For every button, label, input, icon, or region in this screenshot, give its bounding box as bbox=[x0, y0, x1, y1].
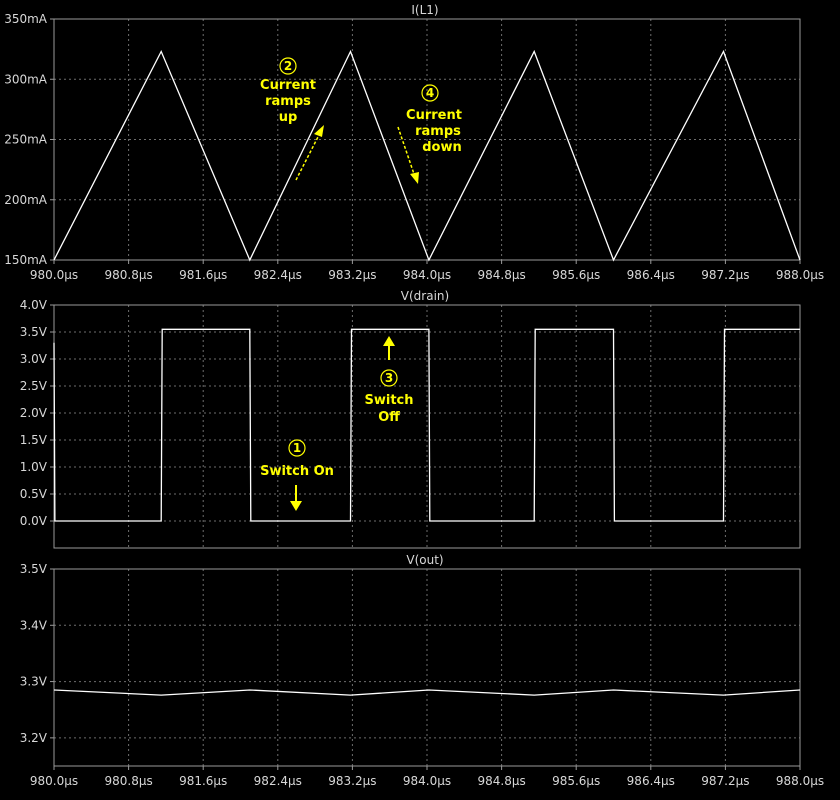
y-tick-label: 3.5V bbox=[20, 562, 48, 576]
annotation-current-ramps-up: 2 Current ramps up bbox=[260, 57, 324, 181]
x-tick-label: 984.0µs bbox=[403, 774, 451, 788]
y-tick-label: 2.0V bbox=[20, 406, 48, 420]
x-tick-label: 988.0µs bbox=[776, 774, 824, 788]
step-number-1: 1 bbox=[293, 441, 301, 455]
y-tick-label: 3.4V bbox=[20, 618, 48, 632]
x-tick-label: 983.2µs bbox=[328, 774, 376, 788]
x-tick-label: 986.4µs bbox=[627, 268, 675, 282]
y-tick-label: 3.5V bbox=[20, 325, 48, 339]
panel-title-vdrain: V(drain) bbox=[401, 289, 449, 303]
annotation-switch-on: 1 Switch On bbox=[260, 439, 334, 511]
step-number-3: 3 bbox=[385, 371, 393, 385]
x-tick-label: 983.2µs bbox=[328, 268, 376, 282]
annotation-switch-off: 3 Switch Off bbox=[364, 336, 414, 425]
x-tick-label: 981.6µs bbox=[179, 774, 227, 788]
y-tick-label: 1.0V bbox=[20, 460, 48, 474]
panel-inductor-current: I(L1) 150mA 200mA 250mA 300mA 350mA 980.0µs 9… bbox=[4, 3, 824, 282]
panel-output-voltage: V(out) 3.2V 3.3V 3.4V 3.5V 980.0µs 980.8µs 98… bbox=[20, 553, 824, 788]
panel-title-vout: V(out) bbox=[406, 553, 443, 567]
y-tick-label: 0.5V bbox=[20, 487, 48, 501]
x-tick-label: 985.6µs bbox=[552, 268, 600, 282]
arrowhead-icon bbox=[290, 501, 302, 511]
annotation-line: down bbox=[422, 140, 462, 155]
x-tick-label: 984.0µs bbox=[403, 268, 451, 282]
x-tick-label: 986.4µs bbox=[627, 774, 675, 788]
annotation-line: ramps bbox=[415, 124, 461, 139]
annotation-line: Switch bbox=[364, 393, 413, 408]
arrowhead-icon bbox=[314, 125, 324, 137]
x-tick-label: 980.8µs bbox=[104, 774, 152, 788]
arrow-ramps-down bbox=[397, 126, 415, 175]
x-tick-label: 980.8µs bbox=[104, 268, 152, 282]
annotation-line: Switch On bbox=[260, 464, 334, 479]
step-number-2: 2 bbox=[284, 59, 292, 73]
x-tick-label: 982.4µs bbox=[254, 268, 302, 282]
y-tick-label: 2.5V bbox=[20, 379, 48, 393]
panel-title-il1: I(L1) bbox=[411, 3, 438, 17]
y-tick-label: 350mA bbox=[4, 12, 48, 26]
x-tick-label: 980.0µs bbox=[30, 268, 78, 282]
y-tick-label: 3.2V bbox=[20, 731, 48, 745]
y-tick-label: 3.0V bbox=[20, 352, 48, 366]
y-tick-label: 4.0V bbox=[20, 298, 48, 312]
x-tick-label: 987.2µs bbox=[701, 774, 749, 788]
y-tick-label: 3.3V bbox=[20, 675, 48, 689]
x-tick-label: 984.8µs bbox=[477, 774, 525, 788]
step-number-4: 4 bbox=[426, 86, 434, 100]
y-tick-label: 1.5V bbox=[20, 433, 48, 447]
y-tick-label: 250mA bbox=[4, 133, 48, 147]
x-tick-label: 988.0µs bbox=[776, 268, 824, 282]
y-tick-label: 0.0V bbox=[20, 514, 48, 528]
plot-frame bbox=[53, 568, 801, 767]
annotation-line: Current bbox=[260, 78, 316, 93]
y-tick-label: 150mA bbox=[4, 253, 48, 267]
annotation-line: up bbox=[279, 110, 298, 125]
x-tick-label: 981.6µs bbox=[179, 268, 227, 282]
annotation-line: Off bbox=[378, 410, 400, 425]
x-tick-label: 987.2µs bbox=[701, 268, 749, 282]
x-tick-label: 980.0µs bbox=[30, 774, 78, 788]
arrowhead-icon bbox=[410, 172, 419, 184]
y-tick-label: 300mA bbox=[4, 72, 48, 86]
panel-drain-voltage: V(drain) 0.0V 0.5V 1.0V 1.5V 2.0V 2.5V 3.0V 3.5… bbox=[20, 289, 801, 549]
x-tick-label: 984.8µs bbox=[477, 268, 525, 282]
x-tick-label: 985.6µs bbox=[552, 774, 600, 788]
annotation-line: Current bbox=[406, 108, 462, 123]
annotation-line: ramps bbox=[265, 94, 311, 109]
y-tick-label: 200mA bbox=[4, 193, 48, 207]
oscilloscope-plot: I(L1) 150mA 200mA 250mA 300mA 350mA 980.0µs 9… bbox=[4, 3, 824, 788]
annotation-current-ramps-down: 4 Current ramps down bbox=[397, 84, 462, 184]
x-tick-label: 982.4µs bbox=[254, 774, 302, 788]
arrowhead-icon bbox=[383, 336, 395, 346]
